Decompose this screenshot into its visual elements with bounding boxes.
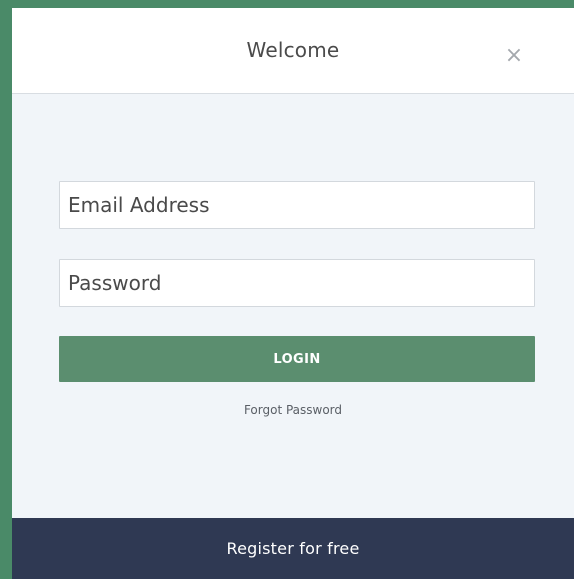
register-label: Register for free <box>226 539 360 558</box>
register-button[interactable]: Register for free <box>12 518 574 579</box>
close-icon[interactable]: × <box>502 44 526 68</box>
forgot-password-link[interactable]: Forgot Password <box>12 403 574 417</box>
login-modal: Welcome × LOGIN Forgot Password Register… <box>12 8 574 579</box>
email-field[interactable] <box>59 181 535 229</box>
password-field[interactable] <box>59 259 535 307</box>
modal-title: Welcome <box>246 38 340 62</box>
login-button[interactable]: LOGIN <box>59 336 535 382</box>
modal-header: Welcome × <box>12 8 574 94</box>
